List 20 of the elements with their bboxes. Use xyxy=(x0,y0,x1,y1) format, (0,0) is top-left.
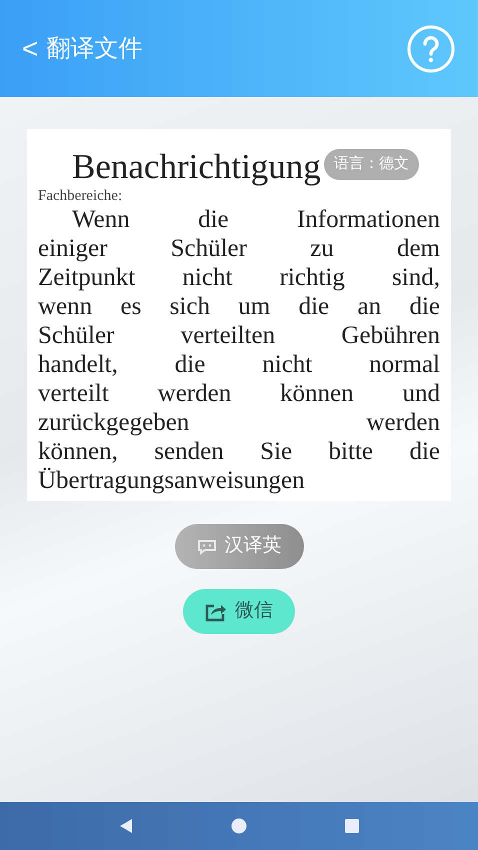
document-text-line: können, senden Sie bitte die xyxy=(38,437,440,466)
chat-icon xyxy=(196,538,216,554)
document-subtitle: Fachbereiche: xyxy=(38,187,124,205)
share-button[interactable]: 微信 xyxy=(183,589,295,634)
recents-square-icon[interactable] xyxy=(344,818,360,834)
document-text-line: handelt, die nicht normal xyxy=(38,350,440,379)
back-triangle-icon[interactable] xyxy=(118,818,134,834)
document-title: Benachrichtigung xyxy=(72,147,321,187)
document-text-line: Zeitpunkt nicht richtig sind, xyxy=(38,263,440,292)
document-text-line: Wenn die Informationen xyxy=(71,205,440,234)
document-text-line: Schüler verteilten Gebühren xyxy=(38,321,440,350)
home-circle-icon[interactable] xyxy=(230,818,247,834)
language-badge: 语言：德文 xyxy=(324,149,419,180)
document-text-line: Übertragungsanweisungen xyxy=(38,466,306,495)
document-text-line: verteilt werden können und xyxy=(38,379,440,408)
document-text-line: zurückgegeben werden xyxy=(38,408,440,437)
document-text-line: einiger Schüler zu dem xyxy=(38,234,440,263)
page-title: 翻译文件 xyxy=(46,34,142,64)
document-text-line: wenn es sich um die an die xyxy=(38,292,440,321)
back-button[interactable]: < xyxy=(22,34,38,62)
